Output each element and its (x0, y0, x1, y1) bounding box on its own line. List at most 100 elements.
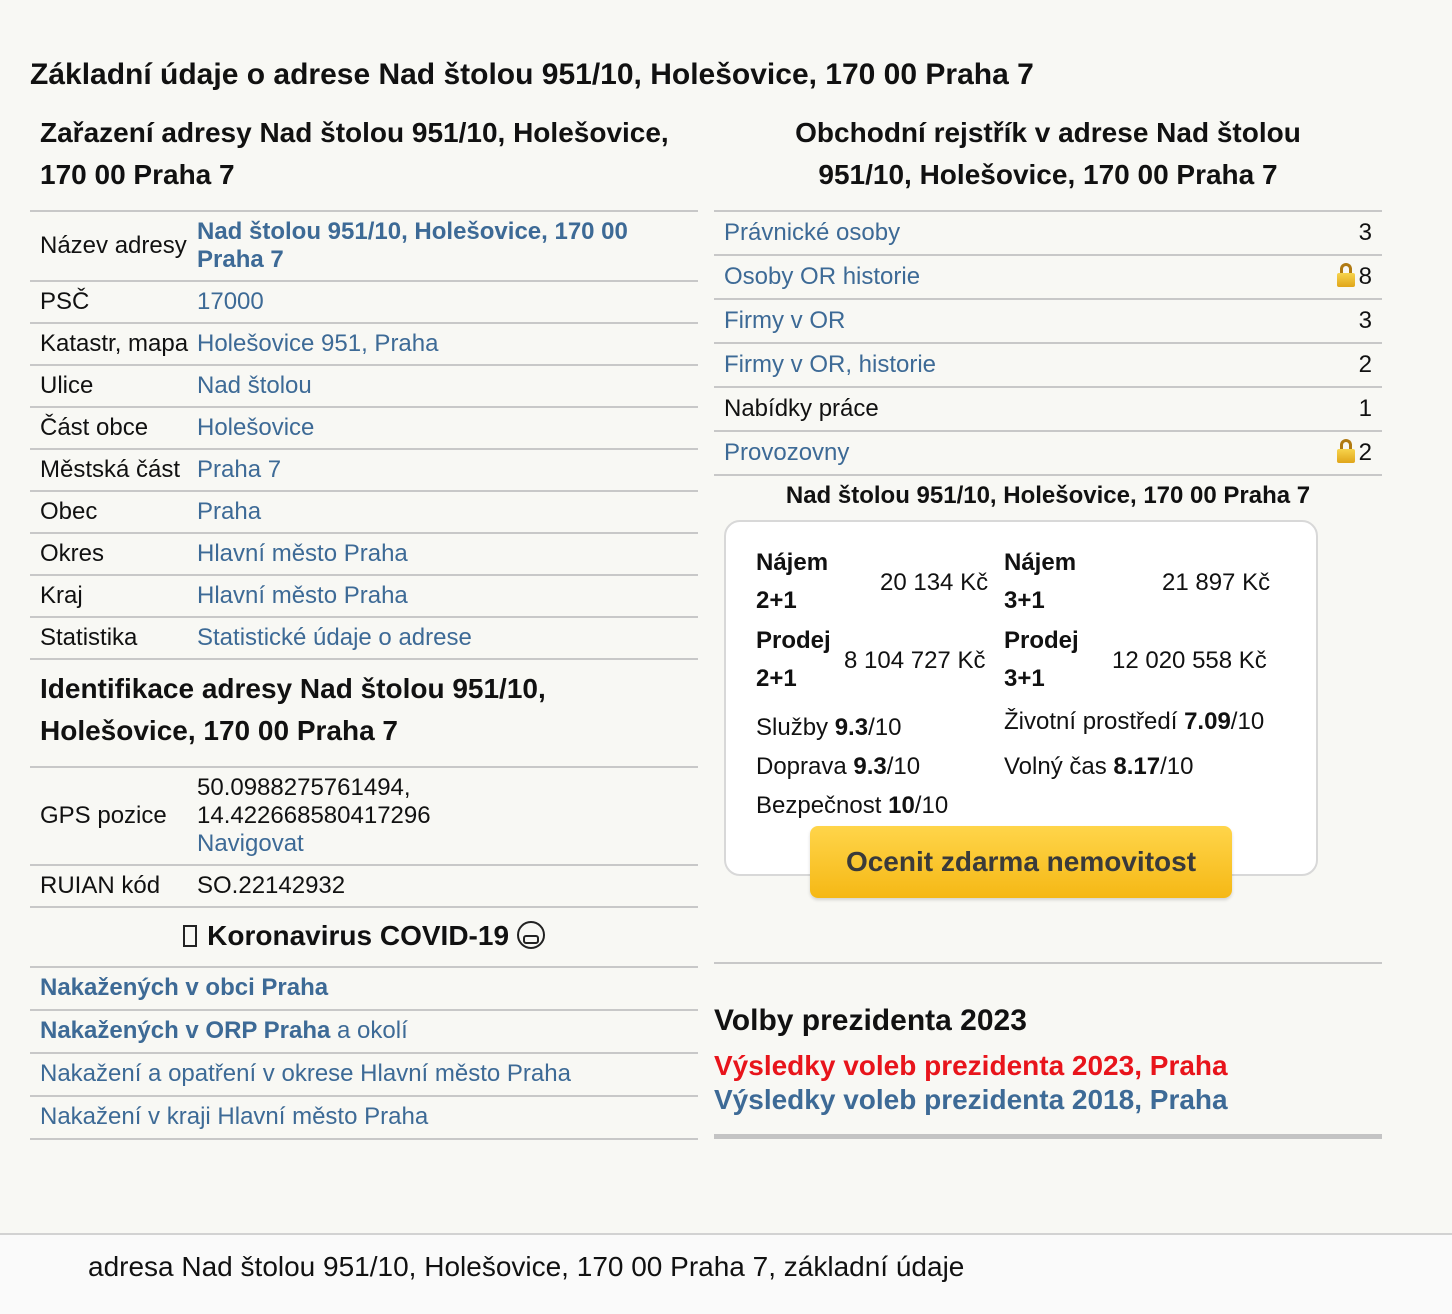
mask-face-icon (516, 921, 545, 949)
gps-label: GPS pozice (30, 767, 197, 866)
table-row: Firmy v OR 3 (714, 299, 1382, 344)
covid-obec-link[interactable]: Nakažených v obci Praha (40, 974, 328, 1001)
prodej-31-label: Prodej 3+1 (1004, 627, 1079, 692)
row-key: Kraj (30, 575, 197, 618)
or-provozovny-link[interactable]: Provozovny (724, 439, 849, 466)
table-row: RUIAN kód SO.22142932 (30, 865, 698, 908)
address-name-link[interactable]: Nad štolou 951/10, Holešovice, 170 00 Pr… (197, 218, 628, 273)
or-count: 2 (1358, 439, 1372, 466)
obec-link[interactable]: Praha (197, 498, 261, 525)
placeholder-glyph-icon (183, 925, 198, 947)
navigate-link[interactable]: Navigovat (197, 830, 304, 857)
table-row: Nabídky práce 1 (714, 387, 1382, 432)
kraj-link[interactable]: Hlavní město Praha (197, 582, 408, 609)
table-row: GPS pozice 50.0988275761494, 14.42266858… (30, 767, 698, 866)
table-row: Okres Hlavní město Praha (30, 533, 698, 576)
score-bezpecnost: Bezpečnost 10/10 (756, 792, 949, 819)
cast-obce-link[interactable]: Holešovice (197, 414, 314, 441)
covid-orp-link[interactable]: Nakažených v ORP Praha (40, 1017, 330, 1044)
identifikace-title: Identifikace adresy Nad štolou 951/10, H… (40, 673, 546, 746)
najem-31-value: 21 897 Kč (1162, 569, 1271, 596)
row-key: Statistika (30, 617, 197, 660)
row-key: Okres (30, 533, 197, 576)
price-card: Nájem 2+1 20 134 Kč Nájem 3+1 21 897 Kč Pr… (724, 520, 1318, 898)
row-key: Část obce (30, 407, 197, 450)
mestska-cast-link[interactable]: Praha 7 (197, 456, 281, 483)
covid-kraj-link[interactable]: Nakažení v kraji Hlavní město Praha (40, 1103, 428, 1130)
prodej-21-value: 8 104 727 Kč (844, 647, 986, 674)
najem-21-label: Nájem 2+1 (756, 549, 829, 614)
ruian-label: RUIAN kód (30, 865, 197, 908)
table-row: Statistika Statistické údaje o adrese (30, 617, 698, 660)
table-row: Název adresy Nad štolou 951/10, Holešovi… (30, 211, 698, 282)
or-pravnicke-osoby-link[interactable]: Právnické osoby (724, 219, 900, 246)
divider (714, 1134, 1382, 1139)
list-item: Nakažených v obci Praha (30, 968, 698, 1011)
list-item: Nakažení a opatření v okrese Hlavní měst… (30, 1054, 698, 1097)
volby-title: Volby prezidenta 2023 (714, 1004, 1027, 1037)
psc-link[interactable]: 17000 (197, 288, 264, 315)
row-key: Obec (30, 491, 197, 534)
table-row: Městská část Praha 7 (30, 449, 698, 492)
katastr-link[interactable]: Holešovice 951, Praha (197, 330, 438, 357)
table-row: Provozovny 2 (714, 431, 1382, 476)
zarazeni-title: Zařazení adresy Nad štolou 951/10, Holeš… (40, 117, 669, 190)
table-row: Ulice Nad štolou (30, 365, 698, 408)
row-key: Katastr, mapa (30, 323, 197, 366)
zarazeni-table: Název adresy Nad štolou 951/10, Holešovi… (30, 210, 698, 660)
table-row: Kraj Hlavní město Praha (30, 575, 698, 618)
table-row: Firmy v OR, historie 2 (714, 343, 1382, 388)
najem-21-value: 20 134 Kč (880, 569, 989, 596)
covid-list: Nakažených v obci Praha Nakažených v ORP… (30, 966, 698, 1140)
or-nabidky-label: Nabídky práce (714, 387, 1254, 432)
or-count: 3 (1253, 299, 1382, 344)
volby-2023-link[interactable]: Výsledky voleb prezidenta 2023, Praha (714, 1050, 1228, 1082)
ruian-value: SO.22142932 (197, 865, 698, 908)
row-key: Městská část (30, 449, 197, 492)
price-card-address: Nad štolou 951/10, Holešovice, 170 00 Pr… (785, 482, 1311, 509)
score-volny-cas: Volný čas 8.17/10 (1004, 753, 1194, 780)
page-title: Základní údaje o adrese Nad štolou 951/1… (30, 58, 1034, 91)
najem-31-label: Nájem 3+1 (1004, 549, 1077, 614)
or-count: 3 (1253, 211, 1382, 256)
row-key: PSČ (30, 281, 197, 324)
or-firmy-historie-link[interactable]: Firmy v OR, historie (724, 351, 936, 378)
ocenit-button[interactable]: Ocenit zdarma nemovitost (810, 826, 1232, 898)
right-column: Obchodní rejstřík v adrese Nad štolou 95… (714, 112, 1382, 898)
prodej-21-label: Prodej 2+1 (756, 627, 831, 692)
lock-icon (1336, 439, 1355, 463)
or-count: 2 (1253, 343, 1382, 388)
or-firmy-link[interactable]: Firmy v OR (724, 307, 845, 334)
or-count: 8 (1358, 263, 1372, 290)
gps-lon: 14.422668580417296 (197, 802, 431, 829)
score-zivotni-prostredi: Životní prostředí 7.09/10 (1004, 708, 1265, 735)
table-row: PSČ 17000 (30, 281, 698, 324)
covid-orp-suffix: a okolí (330, 1017, 408, 1044)
left-column: Zařazení adresy Nad štolou 951/10, Holeš… (30, 112, 698, 1140)
score-sluzby: Služby 9.3/10 (756, 714, 902, 741)
table-row: Katastr, mapa Holešovice 951, Praha (30, 323, 698, 366)
or-osoby-historie-link[interactable]: Osoby OR historie (724, 263, 920, 290)
or-table: Právnické osoby 3 Osoby OR historie 8 Fi… (714, 210, 1382, 476)
statistika-link[interactable]: Statistické údaje o adrese (197, 624, 472, 651)
list-item: Nakažených v ORP Praha a okolí (30, 1011, 698, 1054)
row-key: Ulice (30, 365, 197, 408)
divider (714, 962, 1382, 964)
or-title: Obchodní rejstřík v adrese Nad štolou 95… (795, 117, 1301, 190)
score-doprava: Doprava 9.3/10 (756, 753, 921, 780)
table-row: Osoby OR historie 8 (714, 255, 1382, 300)
row-key: Název adresy (30, 211, 197, 282)
ulice-link[interactable]: Nad štolou (197, 372, 312, 399)
or-count: 1 (1253, 387, 1382, 432)
table-row: Část obce Holešovice (30, 407, 698, 450)
footer: adresa Nad štolou 951/10, Holešovice, 17… (0, 1233, 1452, 1314)
covid-title: Koronavirus COVID-19 (30, 908, 698, 966)
lock-icon (1336, 263, 1355, 287)
covid-okres-link[interactable]: Nakažení a opatření v okrese Hlavní měst… (40, 1060, 571, 1087)
footer-text: adresa Nad štolou 951/10, Holešovice, 17… (88, 1251, 965, 1282)
volby-2018-link[interactable]: Výsledky voleb prezidenta 2018, Praha (714, 1084, 1228, 1116)
identifikace-table: GPS pozice 50.0988275761494, 14.42266858… (30, 766, 698, 908)
okres-link[interactable]: Hlavní město Praha (197, 540, 408, 567)
list-item: Nakažení v kraji Hlavní město Praha (30, 1097, 698, 1140)
prodej-31-value: 12 020 558 Kč (1112, 647, 1267, 674)
